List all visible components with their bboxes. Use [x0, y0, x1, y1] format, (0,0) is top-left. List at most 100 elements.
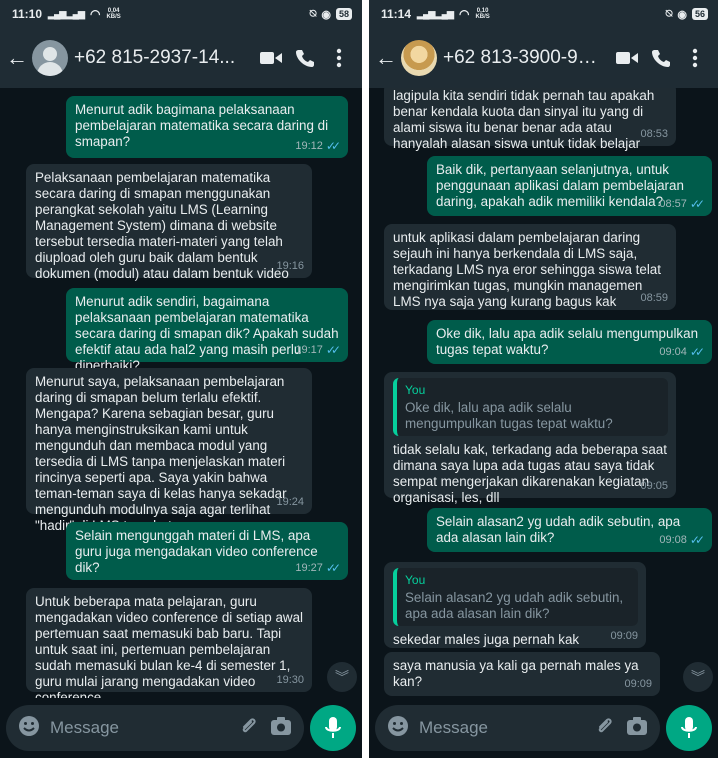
- status-time: 11:10: [12, 7, 43, 21]
- mic-button[interactable]: [666, 705, 712, 751]
- network-speed: 0,04 KB/S: [106, 8, 121, 20]
- message-incoming[interactable]: lagipula kita sendiri tidak pernah tau a…: [384, 88, 676, 151]
- back-arrow-icon[interactable]: ←: [6, 45, 28, 71]
- battery-level: 56: [691, 8, 708, 20]
- alarm-off-icon: ⍉: [665, 7, 673, 20]
- voice-call-icon[interactable]: [644, 48, 678, 68]
- read-receipt-icon: ✓✓: [689, 533, 705, 547]
- emoji-icon[interactable]: [387, 715, 409, 742]
- status-bar: 11:14 ▂▄▆ ▂▄▆ ◠ 0,10 KB/S ⍉ ◉ 56: [369, 0, 718, 28]
- menu-icon[interactable]: [678, 48, 712, 68]
- chat-area: Menurut adik bagimana pelaksanaan pembel…: [0, 88, 362, 698]
- message-text: lagipula kita sendiri tidak pernah tau a…: [393, 88, 655, 151]
- camera-icon[interactable]: [626, 716, 648, 741]
- chat-header: ← +62 813-3900-91...: [369, 28, 718, 88]
- message-text: Menurut saya, pelaksanaan pembelajaran d…: [35, 374, 287, 533]
- quote-author: You: [405, 573, 426, 587]
- message-time: 09:05: [640, 480, 668, 492]
- battery-level: 58: [335, 8, 352, 20]
- signal-icon: ▂▄▆ ▂▄▆: [48, 8, 85, 19]
- composer-bar: Message: [369, 698, 718, 758]
- message-time: 09:09: [610, 630, 638, 642]
- message-incoming[interactable]: Pelaksanaan pembelajaran matematika seca…: [26, 164, 312, 281]
- message-input[interactable]: Message: [6, 705, 304, 751]
- message-outgoing[interactable]: Baik dik, pertanyaan selanjutnya, untuk …: [427, 156, 712, 216]
- avatar[interactable]: [401, 40, 437, 76]
- message-placeholder: Message: [419, 718, 488, 737]
- voice-call-icon[interactable]: [288, 48, 322, 68]
- camera-icon[interactable]: [270, 716, 292, 741]
- wifi-icon: ◠: [458, 7, 470, 21]
- quote-author: You: [405, 383, 426, 397]
- message-outgoing[interactable]: Menurut adik bagimana pelaksanaan pembel…: [66, 96, 348, 158]
- message-time: 19:30: [276, 674, 304, 686]
- status-time: 11:14: [381, 7, 412, 21]
- video-call-icon[interactable]: [254, 50, 288, 66]
- microphone-icon: [325, 717, 341, 738]
- message-incoming[interactable]: You Selain alasan2 yg udah adik sebutin,…: [384, 562, 646, 648]
- message-time: 09:09: [624, 678, 652, 690]
- attach-icon[interactable]: [594, 715, 616, 742]
- read-receipt-icon: ✓✓: [325, 561, 341, 575]
- scroll-down-button[interactable]: ︾: [327, 662, 357, 692]
- quoted-message[interactable]: You Oke dik, lalu apa adik selalu mengum…: [393, 378, 668, 436]
- chevron-double-down-icon: ︾: [335, 669, 349, 685]
- composer-bar: Message: [0, 698, 362, 758]
- data-saver-icon: ◉: [677, 8, 687, 21]
- message-time: 19:17: [295, 344, 323, 356]
- menu-icon[interactable]: [322, 48, 356, 68]
- contact-name[interactable]: +62 813-3900-91...: [443, 47, 610, 69]
- attach-icon[interactable]: [238, 715, 260, 742]
- message-outgoing[interactable]: Selain mengunggah materi di LMS, apa gur…: [66, 522, 348, 580]
- message-time: 08:59: [640, 292, 668, 304]
- quoted-message[interactable]: You Selain alasan2 yg udah adik sebutin,…: [393, 568, 638, 626]
- message-text: Untuk beberapa mata pelajaran, guru meng…: [35, 594, 303, 698]
- message-time: 09:04: [659, 346, 687, 358]
- read-receipt-icon: ✓✓: [689, 197, 705, 211]
- read-receipt-icon: ✓✓: [689, 345, 705, 359]
- data-saver-icon: ◉: [321, 8, 331, 21]
- message-text: Menurut adik sendiri, bagaimana pelaksan…: [75, 294, 339, 373]
- network-speed: 0,10 KB/S: [475, 8, 490, 20]
- message-incoming[interactable]: You Oke dik, lalu apa adik selalu mengum…: [384, 372, 676, 505]
- message-incoming[interactable]: saya manusia ya kali ga pernah males ya …: [384, 652, 660, 696]
- contact-name[interactable]: +62 815-2937-14...: [74, 47, 254, 69]
- scroll-down-button[interactable]: ︾: [683, 662, 713, 692]
- message-text: untuk aplikasi dalam pembelajaran daring…: [393, 230, 661, 309]
- message-outgoing[interactable]: Oke dik, lalu apa adik selalu mengumpulk…: [427, 320, 712, 364]
- message-incoming[interactable]: untuk aplikasi dalam pembelajaran daring…: [384, 224, 676, 310]
- message-outgoing[interactable]: Selain alasan2 yg udah adik sebutin, apa…: [427, 508, 712, 552]
- microphone-icon: [681, 717, 697, 738]
- quote-text: Oke dik, lalu apa adik selalu mengumpulk…: [405, 400, 613, 431]
- message-text: saya manusia ya kali ga pernah males ya …: [393, 658, 639, 689]
- message-time: 08:57: [659, 198, 687, 210]
- signal-icon: ▂▄▆ ▂▄▆: [417, 8, 454, 19]
- back-arrow-icon[interactable]: ←: [375, 45, 397, 71]
- wifi-icon: ◠: [89, 7, 101, 21]
- right-phone-screen: 11:14 ▂▄▆ ▂▄▆ ◠ 0,10 KB/S ⍉ ◉ 56 ← +62 81…: [369, 0, 718, 758]
- message-text: sekedar males juga pernah kak: [393, 632, 580, 647]
- emoji-icon[interactable]: [18, 715, 40, 742]
- message-time: 19:12: [295, 140, 323, 152]
- avatar[interactable]: [32, 40, 68, 76]
- mic-button[interactable]: [310, 705, 356, 751]
- left-phone-screen: 11:10 ▂▄▆ ▂▄▆ ◠ 0,04 KB/S ⍉ ◉ 58 ← +62 81…: [0, 0, 362, 758]
- message-incoming[interactable]: Menurut saya, pelaksanaan pembelajaran d…: [26, 368, 312, 533]
- message-time: 09:08: [659, 534, 687, 546]
- quote-text: Selain alasan2 yg udah adik sebutin, apa…: [405, 590, 624, 621]
- video-call-icon[interactable]: [610, 50, 644, 66]
- message-incoming[interactable]: Untuk beberapa mata pelajaran, guru meng…: [26, 588, 312, 698]
- message-input[interactable]: Message: [375, 705, 660, 751]
- message-time: 19:16: [276, 260, 304, 272]
- read-receipt-icon: ✓✓: [325, 343, 341, 357]
- message-outgoing[interactable]: Menurut adik sendiri, bagaimana pelaksan…: [66, 288, 348, 373]
- message-text: tidak selalu kak, terkadang ada beberapa…: [393, 442, 667, 505]
- chat-header: ← +62 815-2937-14...: [0, 28, 362, 88]
- chat-area: lagipula kita sendiri tidak pernah tau a…: [369, 88, 718, 698]
- message-time: 08:53: [640, 128, 668, 140]
- alarm-off-icon: ⍉: [309, 7, 317, 20]
- chevron-double-down-icon: ︾: [691, 669, 705, 685]
- message-text: Pelaksanaan pembelajaran matematika seca…: [35, 170, 289, 281]
- message-time: 19:27: [295, 562, 323, 574]
- read-receipt-icon: ✓✓: [325, 139, 341, 153]
